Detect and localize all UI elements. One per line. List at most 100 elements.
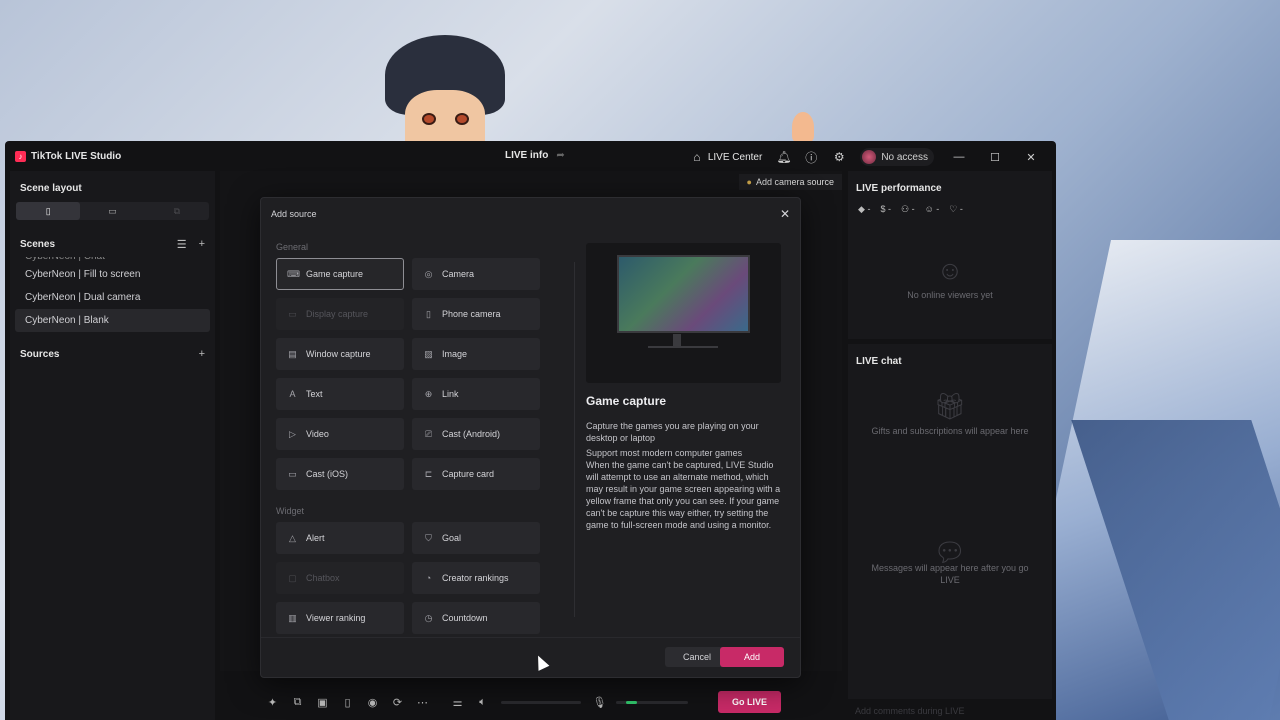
source-option-label: Text: [306, 389, 323, 399]
performance-title: LIVE performance: [856, 183, 942, 194]
empty-viewers-icon: ☺: [936, 255, 964, 285]
source-option-label: Cast (iOS): [306, 469, 349, 479]
source-option-image[interactable]: ▨ Image: [412, 338, 540, 370]
add-source-icon[interactable]: +: [199, 348, 205, 360]
live-info-link[interactable]: LIVE info: [505, 150, 548, 161]
coin-icon: $: [880, 204, 886, 214]
minimize-button[interactable]: —: [948, 151, 970, 163]
source-option-cast-android[interactable]: ⎚ Cast (Android): [412, 418, 540, 450]
viewers-icon: ⚇: [900, 204, 910, 214]
ranking-icon: ◔: [425, 573, 432, 583]
source-option-label: Image: [442, 349, 468, 359]
no-viewers-text: No online viewers yet: [907, 290, 993, 300]
add-scene-icon[interactable]: +: [199, 238, 205, 251]
magic-wand-icon[interactable]: ✦: [260, 696, 285, 709]
left-panel: Scene layout ▯ ▭ ⧉ Scenes ☰ + CyberNeon …: [10, 171, 215, 720]
sources-title: Sources: [20, 348, 60, 360]
gift-stat: ◆ -: [858, 204, 871, 214]
source-option-label: Game capture: [306, 269, 364, 279]
bell-icon: △: [289, 532, 296, 543]
source-option-capture-card[interactable]: ⊏ Capture card: [412, 458, 540, 490]
mixer-icon[interactable]: ⚌: [445, 696, 470, 709]
portrait-layout-icon[interactable]: ▯: [16, 202, 81, 220]
source-option-label: Creator rankings: [442, 573, 509, 583]
tiktok-logo-icon: ♪: [15, 150, 26, 162]
scene-item-active[interactable]: CyberNeon | Blank: [15, 309, 210, 332]
dual-layout-icon[interactable]: ⧉: [145, 202, 209, 220]
detail-paragraph: When the game can't be captured, LIVE St…: [586, 460, 781, 530]
chat-input[interactable]: Add comments during LIVE: [855, 706, 965, 716]
replay-icon[interactable]: ⟳: [385, 696, 410, 709]
phone-icon: ▯: [426, 308, 431, 319]
source-option-text[interactable]: A Text: [276, 378, 404, 410]
source-option-video[interactable]: ▷ Video: [276, 418, 404, 450]
source-option-camera[interactable]: ◎ Camera: [412, 258, 540, 290]
landscape-layout-icon[interactable]: ▭: [80, 202, 144, 220]
layout-tabs: ▯ ▭ ⧉: [16, 202, 209, 220]
close-window-button[interactable]: ✕: [1020, 151, 1042, 164]
add-camera-source-button[interactable]: ● Add camera source: [738, 174, 842, 190]
share-icon[interactable]: ➦: [556, 150, 564, 161]
access-label: No access: [881, 151, 928, 163]
source-option-label: Link: [442, 389, 459, 399]
source-option-chatbox[interactable]: ▢ Chatbox: [276, 562, 404, 594]
more-icon[interactable]: ⋯: [410, 696, 435, 709]
source-option-game-capture[interactable]: ⌨ Game capture: [276, 258, 404, 290]
detail-paragraph: Capture the games you are playing on you…: [586, 421, 759, 443]
source-option-countdown[interactable]: ◷ Countdown: [412, 602, 540, 634]
scene-layout-title: Scene layout: [20, 183, 82, 194]
source-option-creator-rankings[interactable]: ◔ Creator rankings: [412, 562, 540, 594]
cast-icon: ⎚: [424, 428, 433, 439]
live-center-button[interactable]: ⌂ LIVE Center: [690, 150, 762, 164]
close-icon[interactable]: ✕: [780, 207, 790, 221]
detail-paragraph: Support most modern computer games: [586, 448, 743, 458]
source-option-goal[interactable]: ⛉ Goal: [412, 522, 540, 554]
chat-icon: ▢: [288, 572, 297, 583]
bottom-toolbar: ✦ ⧉ ▣ ▯ ◉ ⟳ ⋯ ⚌ 🔈︎ 🎙︎ Go LIVE: [260, 689, 800, 715]
source-preview: [586, 243, 781, 383]
source-option-link[interactable]: ⊕ Link: [412, 378, 540, 410]
capture-card-icon: ⊏: [424, 468, 433, 479]
avatar: [862, 150, 877, 164]
detail-description: Capture the games you are playing on you…: [586, 420, 786, 534]
source-option-label: Display capture: [306, 309, 369, 319]
effects-icon[interactable]: ⧉: [285, 696, 310, 709]
scene-item[interactable]: CyberNeon | Dual camera: [15, 286, 210, 309]
settings-gear-icon[interactable]: ⚙: [832, 150, 846, 164]
messages-empty: 💬︎ Messages will appear here after you g…: [848, 539, 1052, 586]
right-panel: LIVE performance ◆ - $ - ⚇ - ☺ - ♡ - ☺ N…: [848, 171, 1052, 699]
help-icon[interactable]: ⓘ: [804, 149, 818, 166]
source-option-alert[interactable]: △ Alert: [276, 522, 404, 554]
mic-level-fill: [626, 700, 637, 704]
source-option-cast-ios[interactable]: ▭ Cast (iOS): [276, 458, 404, 490]
source-option-window-capture[interactable]: ▤ Window capture: [276, 338, 404, 370]
source-option-label: Capture card: [442, 469, 495, 479]
detail-title: Game capture: [586, 394, 667, 408]
viewers-stat: ⚇ -: [900, 204, 915, 214]
chat-title: LIVE chat: [856, 356, 902, 367]
record-icon[interactable]: ◉: [360, 696, 385, 709]
phone-mirror-icon[interactable]: ▯: [335, 696, 360, 709]
source-option-label: Goal: [442, 533, 462, 543]
microphone-icon[interactable]: 🎙︎: [587, 696, 612, 709]
scene-item[interactable]: CyberNeon | Fill to screen: [15, 263, 210, 286]
add-button[interactable]: Add: [720, 647, 784, 667]
diamond-icon: ◆: [858, 204, 865, 214]
speaker-volume-slider[interactable]: [501, 700, 581, 704]
mic-volume-slider[interactable]: [616, 700, 688, 704]
maximize-button[interactable]: ☐: [984, 151, 1006, 164]
list-icon[interactable]: ☰: [177, 238, 187, 251]
bell-icon[interactable]: 🔔︎: [776, 150, 791, 164]
source-option-phone-camera[interactable]: ▯ Phone camera: [412, 298, 540, 330]
play-icon: ▷: [289, 428, 296, 439]
source-option-display-capture[interactable]: ▭ Display capture: [276, 298, 404, 330]
speaker-icon[interactable]: 🔈︎: [470, 696, 495, 709]
camera-pin-icon: ●: [746, 177, 752, 187]
source-option-viewer-ranking[interactable]: ▥ Viewer ranking: [276, 602, 404, 634]
goal-icon: ⛉: [425, 532, 432, 543]
wallpaper-fist: [792, 112, 814, 142]
globe-icon: ⊕: [424, 388, 433, 399]
layout-icon[interactable]: ▣: [310, 696, 335, 709]
account-button[interactable]: No access: [860, 148, 934, 166]
go-live-button[interactable]: Go LIVE: [718, 691, 782, 713]
